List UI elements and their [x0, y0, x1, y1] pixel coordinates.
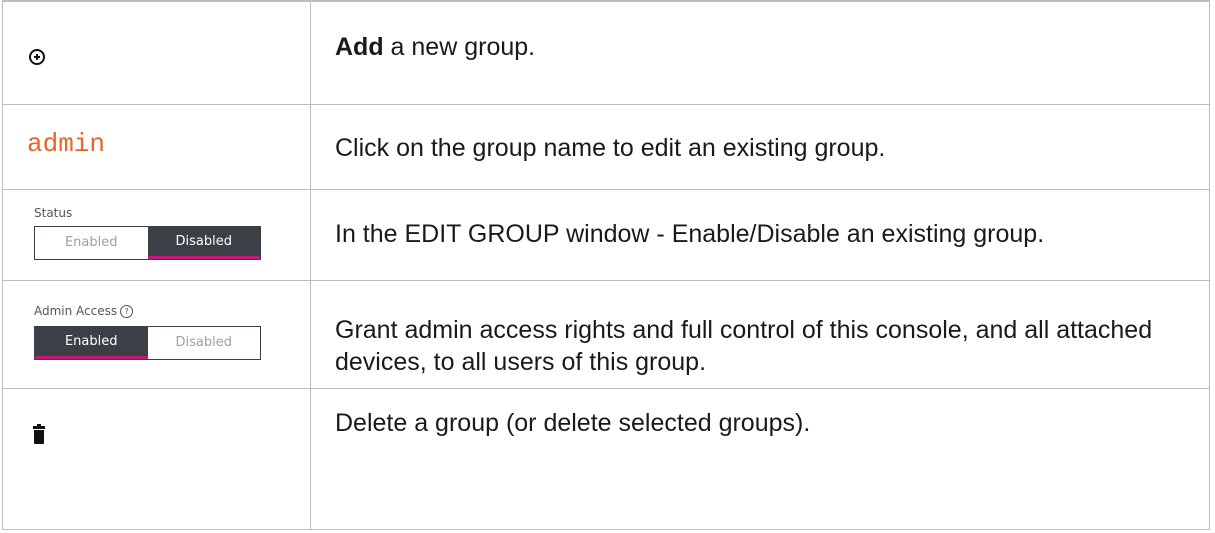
admin-access-enabled-option[interactable]: Enabled — [35, 326, 148, 359]
description-cell: Click on the group name to edit an exist… — [310, 103, 1210, 190]
description-cell: Grant admin access rights and full contr… — [310, 279, 1210, 389]
description-cell: Delete a group (or delete selected group… — [310, 387, 1210, 530]
admin-access-label: Admin Access — [34, 303, 118, 318]
status-label: Status — [34, 205, 73, 220]
admin-access-description: Grant admin access rights and full contr… — [335, 315, 1153, 376]
control-cell: Status Enabled Disabled — [2, 188, 311, 281]
admin-access-disabled-option[interactable]: Disabled — [147, 326, 260, 359]
table-row-edit: admin Click on the group name to edit an… — [2, 103, 1210, 190]
add-description-text: a new group. — [383, 33, 536, 61]
delete-description: Delete a group (or delete selected group… — [335, 408, 811, 437]
description-cell: Add a new group. — [310, 0, 1210, 105]
trash-icon[interactable] — [33, 423, 45, 444]
control-cell: Admin Access? Enabled Disabled — [2, 279, 311, 389]
status-disabled-option[interactable]: Disabled — [147, 226, 260, 259]
status-toggle: Enabled Disabled — [34, 225, 261, 260]
icon-cell: admin — [2, 103, 311, 190]
icon-cell — [2, 387, 311, 530]
add-description: Add a new group. — [311, 31, 565, 63]
add-bold-word: Add — [335, 33, 384, 61]
table-row-delete: Delete a group (or delete selected group… — [2, 387, 1210, 530]
status-description: In the EDIT GROUP window - Enable/Disabl… — [335, 219, 1045, 248]
description-cell: In the EDIT GROUP window - Enable/Disabl… — [310, 188, 1210, 281]
admin-access-label-group: Admin Access? — [34, 303, 134, 318]
reference-table: Add a new group. admin Click on the grou… — [2, 0, 1210, 530]
icon-cell — [2, 0, 311, 105]
table-row-status: Status Enabled Disabled In the EDIT GROU… — [2, 188, 1210, 281]
question-circle-icon[interactable]: ? — [120, 304, 134, 318]
admin-access-toggle: Enabled Disabled — [34, 325, 261, 360]
table-row-admin-access: Admin Access? Enabled Disabled Grant adm… — [2, 279, 1210, 389]
add-circle-icon[interactable] — [29, 49, 45, 65]
edit-description: Click on the group name to edit an exist… — [335, 133, 886, 162]
group-name-link[interactable]: admin — [27, 129, 105, 159]
table-row-add: Add a new group. — [2, 0, 1210, 105]
status-enabled-option[interactable]: Enabled — [35, 226, 148, 259]
